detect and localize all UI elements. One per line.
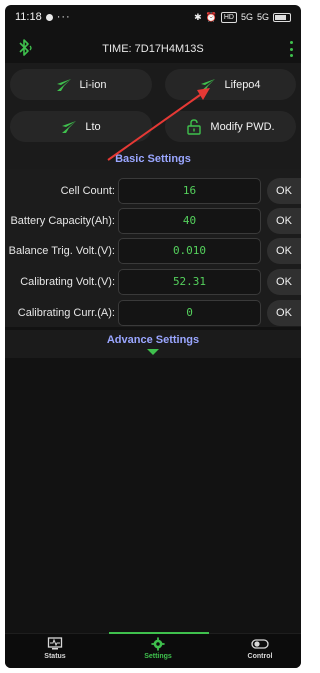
active-tab-indicator bbox=[109, 632, 209, 634]
tab-control[interactable]: Control bbox=[215, 637, 301, 660]
setting-row-battery-capacity: Battery Capacity(Ah): 40 OK bbox=[5, 207, 301, 235]
battery-capacity-input[interactable]: 40 bbox=[118, 208, 261, 234]
lifepo4-label: Lifepo4 bbox=[224, 78, 261, 91]
calibrating-curr-input[interactable]: 0 bbox=[118, 300, 261, 326]
bluetooth-status-icon: ✱ bbox=[194, 11, 202, 22]
send-icon bbox=[62, 120, 77, 133]
tab-control-label: Control bbox=[247, 653, 273, 660]
setting-row-cell-count: Cell Count: 16 OK bbox=[5, 177, 301, 205]
advance-settings-toggle[interactable]: Advance Settings bbox=[5, 330, 301, 358]
app-header: TIME: 7D17H4M13S bbox=[5, 35, 301, 63]
monitor-icon bbox=[47, 637, 63, 650]
setting-row-balance-trig-volt: Balance Trig. Volt.(V): 0.010 OK bbox=[5, 237, 301, 265]
lifepo4-button[interactable]: Lifepo4 bbox=[165, 69, 296, 100]
runtime-title: TIME: 7D17H4M13S bbox=[102, 43, 204, 55]
gear-icon bbox=[151, 637, 165, 651]
overflow-menu-icon[interactable] bbox=[287, 39, 295, 59]
battery-type-panel: Li-ion Lifepo4 Lto Modify PWD. bbox=[5, 63, 301, 149]
send-icon bbox=[201, 78, 216, 91]
hd-chip: HD bbox=[220, 11, 237, 23]
bottom-navigation: Status Settings Control bbox=[5, 632, 301, 668]
modify-password-button[interactable]: Modify PWD. bbox=[165, 111, 296, 142]
setting-label: Cell Count: bbox=[60, 185, 115, 197]
balance-trig-volt-input[interactable]: 0.010 bbox=[118, 238, 261, 264]
more-notifications-icon: ··· bbox=[56, 11, 71, 23]
basic-settings-title: Basic Settings bbox=[5, 149, 301, 169]
lto-label: Lto bbox=[85, 120, 101, 133]
expand-triangle-icon bbox=[147, 349, 159, 355]
calibrating-volt-input[interactable]: 52.31 bbox=[118, 269, 261, 295]
advance-settings-title: Advance Settings bbox=[106, 334, 200, 346]
lto-button[interactable]: Lto bbox=[10, 111, 152, 142]
calibrating-volt-ok-button[interactable]: OK bbox=[267, 269, 301, 295]
cell-count-input[interactable]: 16 bbox=[118, 178, 261, 204]
signal-icon-2: 5G bbox=[256, 12, 269, 22]
tab-status-label: Status bbox=[44, 653, 66, 660]
setting-label: Calibrating Volt.(V): bbox=[20, 276, 115, 288]
tab-settings[interactable]: Settings bbox=[113, 637, 203, 660]
system-icons: ✱ ⏰ HD 5G 5G bbox=[194, 11, 291, 23]
clock: 11:18 bbox=[15, 11, 42, 23]
status-bar: 11:18 ··· ✱ ⏰ HD 5G 5G bbox=[5, 5, 301, 29]
li-ion-button[interactable]: Li-ion bbox=[10, 69, 152, 100]
setting-label: Balance Trig. Volt.(V): bbox=[8, 245, 115, 257]
battery-icon bbox=[273, 12, 291, 22]
calibrating-curr-ok-button[interactable]: OK bbox=[267, 300, 301, 326]
send-icon bbox=[56, 78, 71, 91]
cell-count-ok-button[interactable]: OK bbox=[267, 178, 301, 204]
modify-password-label: Modify PWD. bbox=[210, 120, 275, 133]
signal-icon-1: 5G bbox=[240, 12, 253, 22]
toggle-icon bbox=[251, 639, 269, 649]
unlock-icon bbox=[187, 118, 202, 135]
notification-icon bbox=[45, 13, 53, 21]
setting-label: Calibrating Curr.(A): bbox=[17, 307, 115, 319]
tab-settings-label: Settings bbox=[144, 653, 172, 660]
basic-settings-list: Cell Count: 16 OK Battery Capacity(Ah): … bbox=[5, 169, 301, 327]
balance-trig-volt-ok-button[interactable]: OK bbox=[267, 238, 301, 264]
setting-label: Battery Capacity(Ah): bbox=[10, 215, 115, 227]
tab-status[interactable]: Status bbox=[10, 637, 100, 660]
battery-capacity-ok-button[interactable]: OK bbox=[267, 208, 301, 234]
li-ion-label: Li-ion bbox=[79, 78, 107, 91]
setting-row-calibrating-volt: Calibrating Volt.(V): 52.31 OK bbox=[5, 268, 301, 296]
setting-row-calibrating-curr: Calibrating Curr.(A): 0 OK bbox=[5, 299, 301, 327]
app-screen: 11:18 ··· ✱ ⏰ HD 5G 5G TIME: 7D17H4M13S … bbox=[5, 5, 301, 668]
bluetooth-icon[interactable] bbox=[15, 37, 35, 59]
alarm-icon: ⏰ bbox=[205, 11, 217, 22]
